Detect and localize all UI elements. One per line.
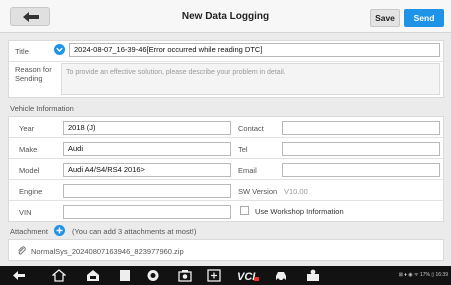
email-label: Email [238, 166, 257, 175]
back-icon[interactable] [12, 269, 26, 282]
title-reason-panel: Title 2024-08-07_16-39-46[Error occurred… [8, 40, 444, 98]
vehicle-info-heading: Vehicle Information [10, 104, 74, 113]
send-button[interactable]: Send [404, 9, 444, 27]
browser-icon[interactable] [146, 269, 160, 282]
sw-version-label: SW Version [238, 187, 278, 196]
model-label: Model [19, 166, 40, 175]
model-field[interactable]: Audi A4/S4/RS4 2016> [63, 163, 231, 177]
reason-label: Reason for Sending [15, 65, 52, 83]
attachment-file[interactable]: NormalSys_20240807163946_823977960.zip [31, 247, 184, 256]
recent-apps-icon[interactable] [118, 269, 132, 282]
engine-field[interactable] [63, 184, 231, 198]
attachment-panel: NormalSys_20240807163946_823977960.zip [8, 239, 444, 261]
paperclip-icon [18, 246, 26, 255]
divider [9, 158, 443, 159]
contact-field[interactable] [282, 121, 440, 135]
make-field[interactable]: Audi [63, 142, 231, 156]
title-label: Title [15, 47, 29, 56]
workshop-checkbox[interactable] [240, 206, 249, 215]
status-bar-text: ⊠ ♦ ◉ ᯤ 17% ▯ 16:39 [398, 272, 448, 278]
year-label: Year [19, 124, 35, 133]
reason-textarea[interactable]: To provide an effective solution, please… [61, 63, 440, 95]
vin-field[interactable] [63, 205, 231, 219]
attachment-hint: (You can add 3 attachments at most!) [72, 227, 197, 236]
add-attachment-icon[interactable] [54, 225, 65, 236]
divider [9, 200, 443, 201]
divider [9, 61, 443, 62]
tel-label: Tel [238, 145, 248, 154]
service-icon[interactable] [306, 269, 320, 282]
system-navigation-bar: VCI ⊠ ♦ ◉ ᯤ 17% ▯ 16:39 [0, 266, 451, 285]
camera-icon[interactable] [178, 269, 192, 282]
attachment-label: Attachment [10, 227, 48, 236]
engine-label: Engine [19, 187, 43, 196]
year-field[interactable]: 2018 (J) [63, 121, 231, 135]
vin-label: VIN [19, 208, 32, 217]
car-icon[interactable] [274, 269, 288, 282]
workshop-label: Use Workshop Information [255, 207, 344, 216]
divider [9, 179, 443, 180]
contact-label: Contact [238, 124, 264, 133]
save-button[interactable]: Save [370, 9, 400, 27]
make-label: Make [19, 145, 38, 154]
vci-icon[interactable]: VCI [237, 269, 259, 282]
title-input[interactable]: 2024-08-07_16-39-46[Error occurred while… [69, 43, 440, 57]
sw-version-value: V10.00 [284, 187, 308, 196]
svg-text:VCI: VCI [237, 271, 256, 282]
screenshot-icon[interactable] [207, 269, 221, 282]
home-icon[interactable] [52, 269, 66, 282]
dropdown-icon[interactable] [54, 44, 65, 55]
top-bar: New Data Logging Save Send [0, 0, 451, 33]
vehicle-home-icon[interactable] [86, 269, 100, 282]
tel-field[interactable] [282, 142, 440, 156]
divider [9, 137, 443, 138]
email-field[interactable] [282, 163, 440, 177]
vehicle-info-panel: Year 2018 (J) Make Audi Model Audi A4/S4… [8, 116, 444, 222]
